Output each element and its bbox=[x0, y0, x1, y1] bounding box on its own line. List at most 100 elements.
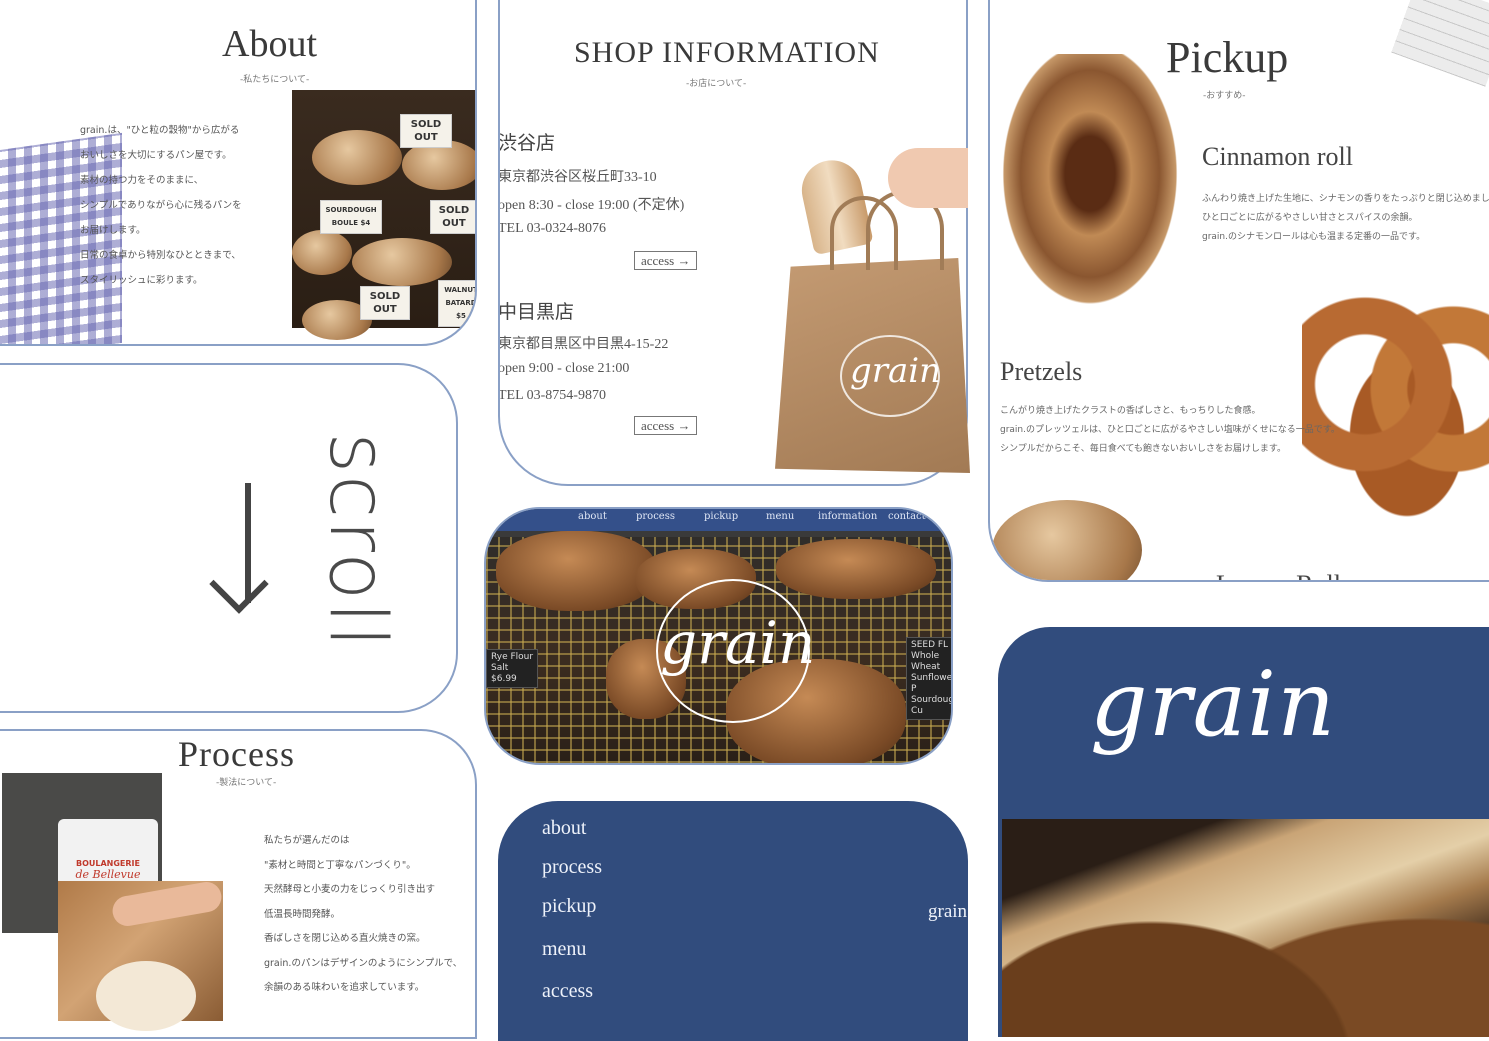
menu-brand: grain bbox=[928, 901, 968, 922]
store-hours: open 9:00 - close 21:00 bbox=[498, 361, 630, 376]
nav-link-contact[interactable]: contact bbox=[888, 511, 926, 522]
board-line: Whole Wheat bbox=[911, 651, 941, 672]
about-line: おいしさを大切にするパン屋です。 bbox=[80, 150, 232, 161]
board-line: SEED FL bbox=[911, 640, 949, 650]
menu-item-access[interactable]: access bbox=[542, 980, 593, 1003]
down-arrow-icon-head bbox=[209, 554, 269, 614]
pickup-card: Pickup -おすすめ- Cinnamon roll ふんわり焼き上げた生地に… bbox=[988, 0, 1489, 582]
store-name-shibuya: 渋谷店 bbox=[498, 132, 556, 154]
sold-out-sign: SOLD OUT bbox=[360, 286, 410, 320]
item-desc-line: grain.のプレッツェルは、ひと口ごとに広がるやさしい塩味がくせになる一品です… bbox=[1000, 425, 1340, 435]
access-button-nakameguro[interactable]: access → bbox=[634, 416, 698, 435]
store-tel: TEL 03-8754-9870 bbox=[498, 388, 606, 403]
nav-link-pickup[interactable]: pickup bbox=[704, 511, 738, 522]
bread-photo bbox=[992, 500, 1142, 580]
price-board: SEED FL Whole Wheat Sunflower, P Sourdou… bbox=[906, 637, 953, 720]
item-desc-line: ひと口ごとに広がるやさしい甘さとスパイスの余韻。 bbox=[1202, 213, 1418, 223]
process-title: Process bbox=[178, 734, 295, 774]
sold-out-sign: SOLD OUT bbox=[400, 114, 452, 148]
item-desc-line: シンプルだからこそ、毎日食べても飽きないおいしさをお届けします。 bbox=[1000, 444, 1287, 454]
about-title: About bbox=[222, 23, 317, 65]
pickup-title: Pickup bbox=[1166, 33, 1289, 82]
hero-card: about process pickup menu information co… bbox=[484, 507, 953, 765]
grid-paper bbox=[1391, 0, 1489, 87]
item-desc: ふんわり焼き上げた生地に、シナモンの香りをたっぷりと閉じ込めました。 ひと口ごと… bbox=[1202, 190, 1489, 247]
board-line: $6.99 bbox=[491, 674, 517, 684]
price-sign: SOURDOUGH BOULE $4 bbox=[320, 200, 382, 234]
process-line: 私たちが選んだのは bbox=[264, 835, 350, 846]
process-line: "素材と時間と丁寧なパンづくり"。 bbox=[264, 859, 416, 871]
process-line: 天然酵母と小麦の力をじっくり引き出す bbox=[264, 884, 436, 895]
nav-link-information[interactable]: information bbox=[818, 511, 877, 522]
process-line: 香ばしさを閉じ込める直火焼きの窯。 bbox=[264, 933, 426, 944]
nav-menu-card: about process pickup menu access grain bbox=[498, 801, 968, 1041]
store-name-nakameguro: 中目黒店 bbox=[498, 301, 575, 323]
bread-shelf-photo: SOLD OUT SOURDOUGH BOULE $4 SOLD OUT SOL… bbox=[292, 90, 475, 340]
loaf bbox=[352, 238, 452, 286]
about-subtitle: -私たちについて- bbox=[240, 75, 310, 85]
item-desc-line: grain.のシナモンロールは心も温まる定番の一品です。 bbox=[1202, 232, 1426, 242]
hero-nav-bar: about process pickup menu information co… bbox=[486, 509, 951, 531]
loaf bbox=[292, 230, 352, 275]
process-card: BOULANGERIE de Bellevue Process -製法について-… bbox=[0, 729, 477, 1039]
item-desc-line: こんがり焼き上げたクラストの香ばしさと、もっちりした食感。 bbox=[1000, 406, 1261, 416]
pickup-subtitle: -おすすめ- bbox=[1203, 91, 1246, 101]
process-text: 私たちが選んだのは "素材と時間と丁寧なパンづくり"。 天然酵母と小麦の力をじっ… bbox=[264, 829, 462, 1001]
loaf bbox=[312, 130, 402, 185]
dough bbox=[96, 961, 196, 1031]
item-name-partial: Lemon Roll bbox=[1216, 570, 1341, 580]
bread-closeup-photo bbox=[1002, 819, 1489, 1037]
store-address: 東京都渋谷区桜丘町33-10 bbox=[498, 170, 657, 185]
process-line: grain.のパンはデザインのようにシンプルで、 bbox=[264, 957, 463, 969]
about-line: スタイリッシュに彩ります。 bbox=[80, 275, 203, 286]
about-line: 日常の食卓から特別なひとときまで、 bbox=[80, 250, 241, 261]
item-desc: こんがり焼き上げたクラストの香ばしさと、もっちりした食感。 grain.のプレッ… bbox=[1000, 402, 1340, 459]
price-sign: WALNUT BATARD $5 bbox=[438, 280, 475, 327]
loaf bbox=[496, 531, 656, 611]
scroll-card: scroll bbox=[0, 363, 458, 713]
nav-link-process[interactable]: process bbox=[636, 511, 675, 522]
sold-out-sign: SOLD OUT bbox=[430, 200, 475, 234]
item-name-cinnamon-roll: Cinnamon roll bbox=[1202, 142, 1353, 171]
menu-item-pickup[interactable]: pickup bbox=[542, 895, 596, 918]
store-hours: open 8:30 - close 19:00 (不定休) bbox=[498, 198, 685, 213]
menu-item-about[interactable]: about bbox=[542, 817, 586, 840]
board-line: Sunflower, P bbox=[911, 673, 953, 694]
bag-label: BOULANGERIE bbox=[75, 859, 140, 868]
about-line: grain.は、"ひと粒の穀物"から広がる bbox=[80, 125, 240, 136]
cinnamon-roll-photo bbox=[992, 54, 1188, 320]
shop-title: SHOP INFORMATION bbox=[574, 36, 880, 69]
loaf bbox=[776, 539, 936, 599]
shop-subtitle: -お店について- bbox=[686, 79, 747, 89]
brand-card: grain bbox=[998, 627, 1489, 1037]
hero-logo-text: grain bbox=[660, 609, 816, 677]
menu-item-process[interactable]: process bbox=[542, 856, 602, 879]
item-name-pretzels: Pretzels bbox=[1000, 357, 1083, 386]
about-line: お届けします。 bbox=[80, 225, 146, 236]
board-line: Rye Flour bbox=[491, 652, 534, 662]
process-line: 低温長時間発酵。 bbox=[264, 908, 341, 920]
board-line: Salt bbox=[491, 663, 509, 673]
bag-logo: grain bbox=[840, 335, 942, 417]
bag-logo-text: grain bbox=[850, 351, 942, 391]
about-line: 素材の持つ力をそのままに、 bbox=[80, 175, 204, 186]
store-tel: TEL 03-0324-8076 bbox=[498, 221, 606, 236]
scroll-label: scroll bbox=[312, 432, 402, 650]
price-board: Rye Flour Salt $6.99 bbox=[486, 649, 539, 688]
access-button-shibuya[interactable]: access → bbox=[634, 251, 698, 270]
item-desc-line: ふんわり焼き上げた生地に、シナモンの香りをたっぷりと閉じ込めました。 bbox=[1202, 194, 1489, 204]
process-line: 余韻のある味わいを追求しています。 bbox=[264, 982, 425, 993]
hero-logo: grain bbox=[656, 579, 815, 723]
about-text: grain.は、"ひと粒の穀物"から広がる おいしさを大切にするパン屋です。 素… bbox=[80, 118, 242, 293]
hand bbox=[888, 148, 968, 208]
bag-label: de Bellevue bbox=[75, 868, 141, 881]
about-card: About -私たちについて- grain.は、"ひと粒の穀物"から広がる おい… bbox=[0, 0, 477, 346]
menu-item-menu[interactable]: menu bbox=[542, 938, 586, 961]
board-line: Sourdough Cu bbox=[911, 695, 951, 716]
store-address: 東京都目黒区中目黒4-15-22 bbox=[498, 337, 669, 352]
about-line: シンプルでありながら心に残るパンを bbox=[80, 200, 242, 211]
nav-link-menu[interactable]: menu bbox=[766, 511, 794, 522]
process-subtitle: -製法について- bbox=[216, 778, 277, 788]
nav-link-about[interactable]: about bbox=[578, 511, 607, 522]
brand-logo: grain bbox=[1090, 652, 1337, 757]
